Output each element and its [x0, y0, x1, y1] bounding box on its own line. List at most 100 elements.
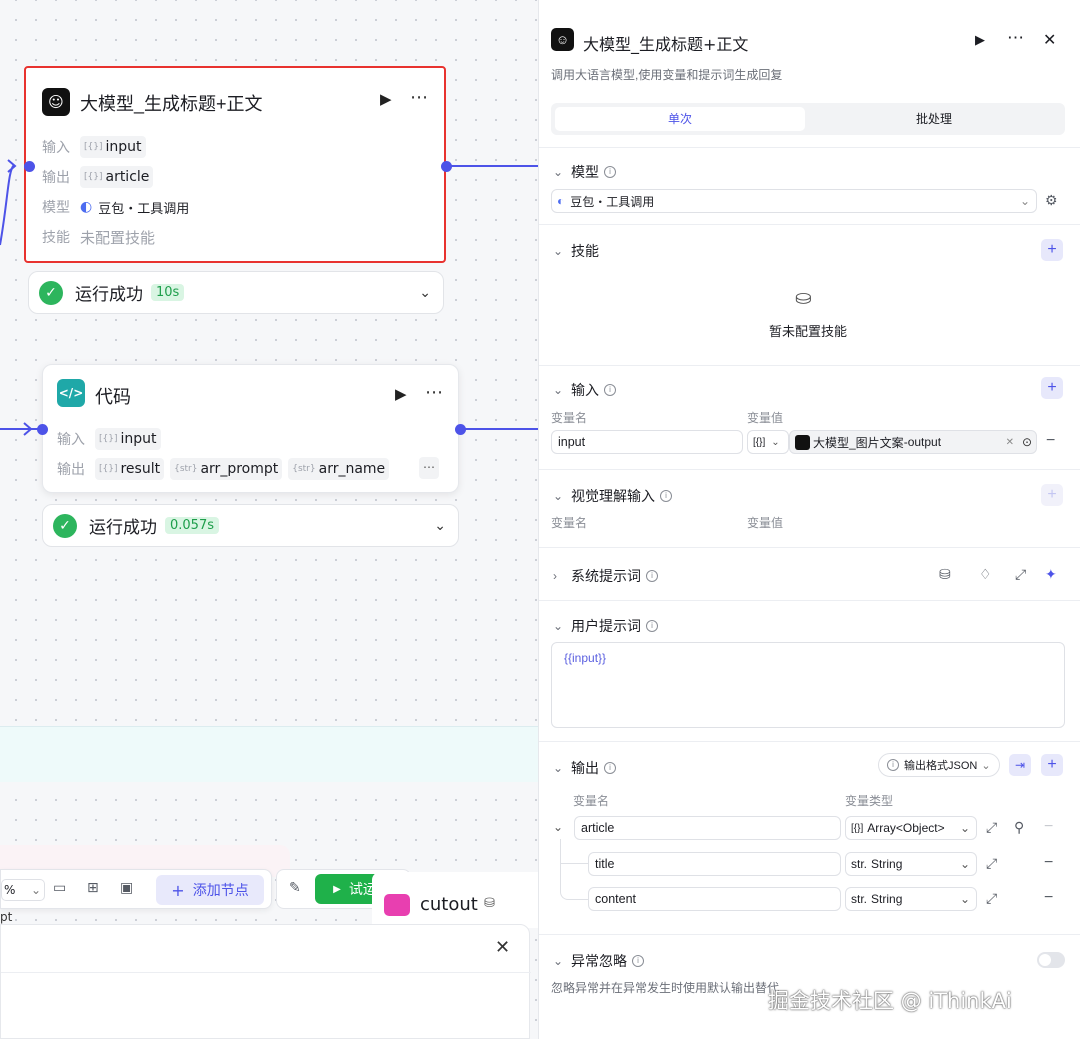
add-output-button[interactable]: + [1041, 754, 1063, 776]
chevron-down-icon[interactable]: ⌄ [553, 165, 563, 179]
tree-line [560, 839, 588, 864]
output-port[interactable] [441, 161, 452, 172]
chevron-down-icon[interactable]: ⌄ [553, 244, 563, 258]
time-badge: 10s [151, 284, 185, 301]
code-node-title: 代码 [95, 387, 131, 408]
run-node-icon[interactable]: ▶ [395, 385, 407, 403]
output-type-content[interactable]: str. String ⌄ [845, 887, 977, 911]
watermark: 掘金技术社区 @ iThinkAi [768, 989, 1012, 1013]
input-var-name[interactable]: input [551, 430, 743, 454]
target-icon[interactable]: ⊙ [1022, 435, 1032, 449]
chevron-down-icon[interactable]: ⌄ [553, 619, 563, 633]
library-icon[interactable]: ⛁ [939, 566, 951, 583]
llm-node[interactable]: ☺ 大模型_生成标题+正文 ▶ ⋯ 输入 [{}] input 输出 [{}] ar… [24, 66, 446, 263]
drawer-divider [1, 972, 531, 973]
info-icon: i [646, 570, 658, 582]
expand-icon[interactable]: ⤢ [986, 819, 997, 836]
close-icon[interactable]: ✕ [495, 937, 510, 958]
chevron-down-icon[interactable]: ⌄ [434, 518, 446, 534]
more-icon[interactable]: ⋯ [1007, 28, 1024, 48]
output-var-content[interactable]: content [588, 887, 841, 911]
run-node-icon[interactable]: ▶ [380, 90, 392, 108]
code-input-row: 输入 [{}] input [57, 428, 167, 450]
add-skill-button[interactable]: + [1041, 239, 1063, 261]
more-icon[interactable]: ⋯ [425, 382, 443, 403]
tab-single[interactable]: 单次 [555, 107, 805, 131]
clear-icon[interactable]: ✕ [1006, 437, 1014, 448]
close-icon[interactable]: ✕ [1043, 30, 1056, 50]
llm-node-title: 大模型_生成标题+正文 [80, 94, 263, 114]
comment-icon[interactable]: ▭ [53, 880, 66, 896]
node-config-panel: ☺ 大模型_生成标题+正文 ▶ ⋯ ✕ 调用大语言模型,使用变量和提示词生成回复… [538, 0, 1080, 1039]
chevron-down-icon[interactable]: ⌄ [553, 820, 563, 834]
chevron-down-icon[interactable]: ⌄ [553, 761, 563, 775]
minimap-icon[interactable]: ▣ [120, 880, 133, 896]
output-type-article[interactable]: [{}] Array<Object> ⌄ [845, 816, 977, 840]
output-port[interactable] [455, 424, 466, 435]
info-icon: i [887, 759, 899, 771]
input-ref-value[interactable]: 大模型_图片文案 - output ✕ ⊙ [789, 430, 1037, 454]
variable-tag: [{}] input [95, 428, 161, 450]
expand-icon[interactable]: ⤢ [986, 890, 997, 907]
robot-icon [795, 434, 810, 450]
variable-tag: {str} arr_prompt [170, 458, 283, 480]
variable-tag: [{}] article [80, 166, 154, 188]
skill-section: ⌄ 技能 + ⛀ 暂未配置技能 [539, 224, 1080, 365]
import-output-button[interactable]: ⇥ [1009, 754, 1031, 776]
wrench-icon[interactable]: ✎ [289, 880, 301, 896]
chevron-down-icon[interactable]: ⌄ [553, 383, 563, 397]
output-type-title[interactable]: str. String ⌄ [845, 852, 977, 876]
output-var-article[interactable]: article [574, 816, 841, 840]
variable-tag: {str} arr_name [288, 458, 390, 480]
code-run-status[interactable]: ✓ 运行成功 0.057s ⌄ [42, 504, 459, 547]
add-vision-button[interactable]: + [1041, 484, 1063, 506]
cutout-node[interactable]: cutout ⛁ [372, 872, 538, 928]
info-icon: i [604, 384, 616, 396]
llm-run-status[interactable]: ✓ 运行成功 10s ⌄ [28, 271, 444, 314]
remove-output-button[interactable]: − [1044, 818, 1053, 836]
output-var-title[interactable]: title [588, 852, 841, 876]
add-child-icon[interactable]: ⚲ [1014, 819, 1024, 836]
expand-icon[interactable]: ⤢ [986, 855, 997, 872]
remove-output-button[interactable]: − [1044, 889, 1053, 907]
expand-icon[interactable]: ⤢ [1015, 566, 1026, 583]
code-node[interactable]: </> 代码 ▶ ⋯ 输入 [{}] input 输出 [{}] result {s… [42, 364, 459, 493]
input-port[interactable] [37, 424, 48, 435]
remove-input-button[interactable]: − [1046, 432, 1055, 450]
chevron-down-icon[interactable]: ⌄ [553, 489, 563, 503]
ignore-error-toggle[interactable] [1037, 952, 1065, 968]
plugin-icon: ⛁ [484, 896, 495, 911]
run-node-icon[interactable]: ▶ [975, 32, 985, 48]
info-icon: i [604, 166, 616, 178]
status-text: 运行成功 [89, 518, 157, 538]
model-select[interactable]: ◐ 豆包・工具调用 ⌄ [551, 189, 1037, 213]
info-icon: i [660, 490, 672, 502]
chevron-down-icon[interactable]: ⌄ [419, 285, 431, 301]
layout-icon[interactable]: ⊞ [87, 880, 99, 896]
input-port[interactable] [24, 161, 35, 172]
output-format-select[interactable]: i 输出格式JSON ⌄ [878, 753, 1000, 777]
remove-output-button[interactable]: − [1044, 854, 1053, 872]
panel-subtitle: 调用大语言模型,使用变量和提示词生成回复 [551, 68, 783, 82]
settings-icon[interactable]: ⚙ [1045, 192, 1058, 209]
tab-batch[interactable]: 批处理 [809, 107, 1059, 131]
lightbulb-icon[interactable]: ♢ [979, 566, 992, 583]
info-icon: i [646, 620, 658, 632]
chevron-right-icon[interactable]: › [553, 569, 563, 583]
vision-section: ⌄ 视觉理解输入 i + 变量名 变量值 [539, 469, 1080, 547]
user-prompt-editor[interactable]: {{input}} [551, 642, 1065, 728]
llm-skill-row: 技能 未配置技能 [42, 228, 156, 247]
zoom-select[interactable]: % ⌄ [1, 879, 45, 901]
add-node-button[interactable]: + 添加节点 [156, 875, 264, 905]
chevron-down-icon[interactable]: ⌄ [553, 954, 563, 968]
success-icon: ✓ [39, 280, 63, 305]
variable-tag: [{}] result [95, 458, 165, 480]
doubao-icon: ◐ [557, 194, 565, 208]
ai-sparkle-icon[interactable]: ✦ [1045, 566, 1057, 583]
info-icon: i [632, 955, 644, 967]
time-badge: 0.057s [165, 517, 219, 534]
more-icon[interactable]: ⋯ [410, 87, 428, 108]
more-outputs-button[interactable]: ⋯ [419, 457, 439, 479]
add-input-button[interactable]: + [1041, 377, 1063, 399]
input-type-select[interactable]: [{}] ⌄ [747, 430, 789, 454]
